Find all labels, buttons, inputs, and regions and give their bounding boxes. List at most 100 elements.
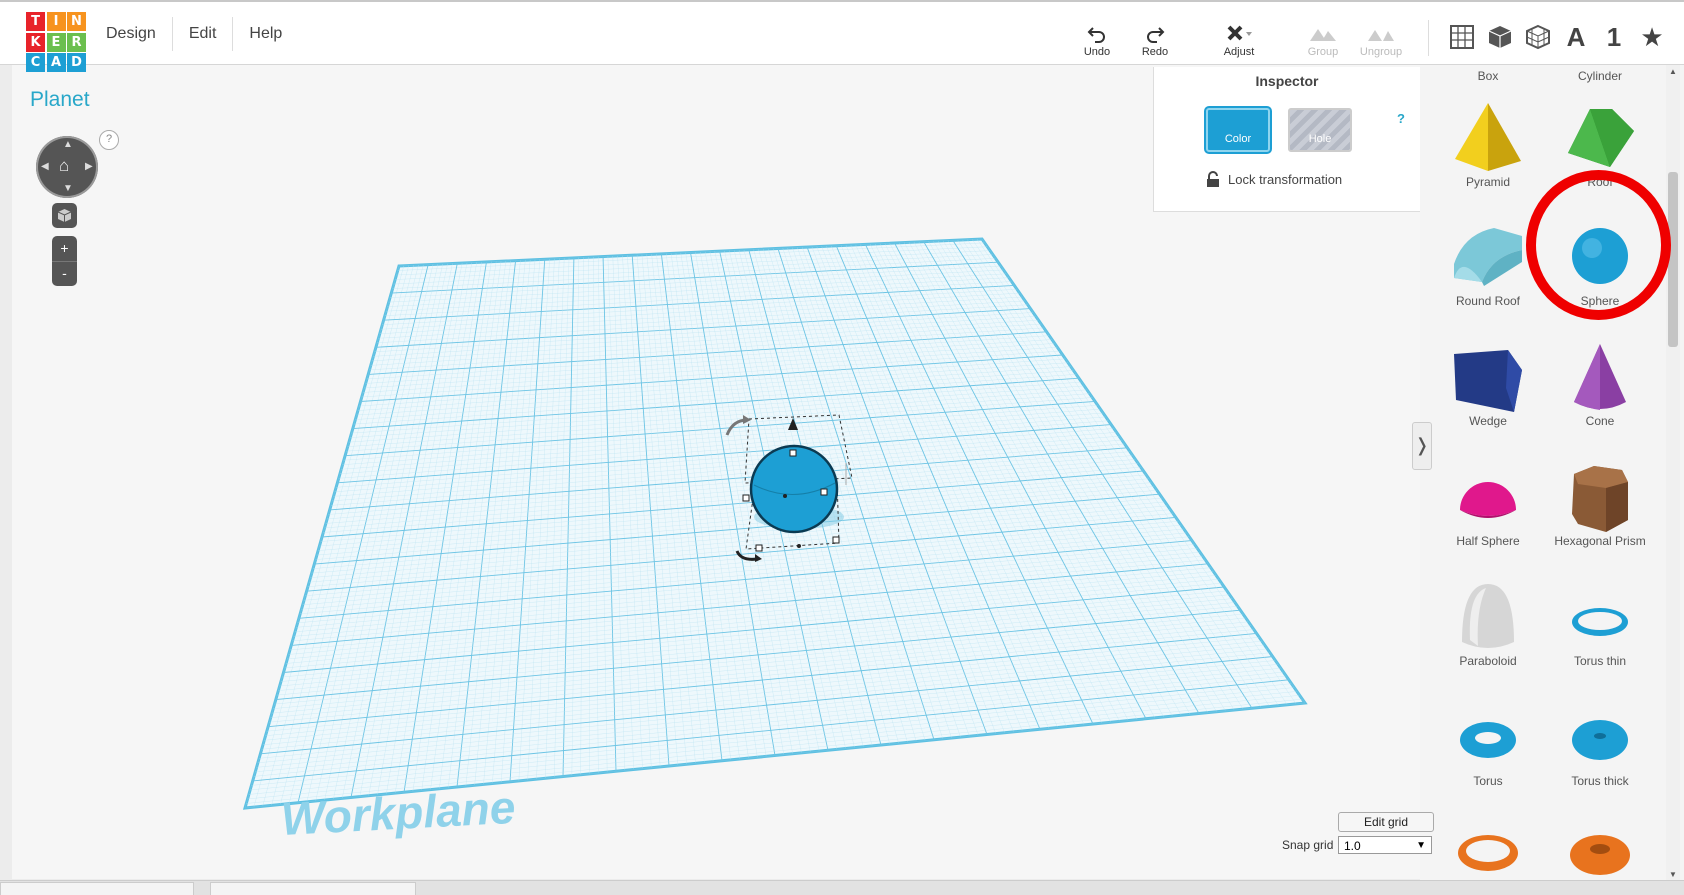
shape-torus-thick[interactable]: Torus thick <box>1544 700 1656 788</box>
group-icon <box>1294 22 1352 46</box>
wireframe-icon[interactable] <box>1519 22 1557 52</box>
round-roof-icon <box>1454 228 1522 286</box>
scrollbar-thumb[interactable] <box>1668 172 1678 347</box>
shape-label: Pyramid <box>1465 175 1510 189</box>
hexagonal-prism-icon <box>1572 466 1628 532</box>
shape-label: Wedge <box>1469 414 1507 428</box>
tinkercad-logo[interactable]: T I N K E R C A D <box>26 12 86 72</box>
group-label: Group <box>1307 46 1339 58</box>
bottom-tab[interactable] <box>0 882 194 895</box>
hole-label: Hole <box>1308 133 1332 145</box>
lock-transformation-label: Lock transformation <box>1228 172 1343 187</box>
shape-wedge[interactable]: Wedge <box>1432 340 1544 428</box>
shape-cylinder[interactable]: Cylinder <box>1544 65 1656 83</box>
hole-button[interactable]: Hole <box>1288 108 1352 152</box>
logo-letter: I <box>46 12 66 31</box>
shape-library-panel: Box Cylinder Pyramid Roof Round Roof Sph… <box>1420 65 1684 881</box>
torus-thin-icon <box>1572 608 1628 636</box>
inspector-help-icon[interactable]: ? <box>1397 111 1405 126</box>
orbit-up-icon[interactable]: ▲ <box>63 139 73 150</box>
sphere-icon <box>1572 228 1628 284</box>
shape-label: Box <box>1477 69 1499 83</box>
shape-hexagonal-prism[interactable]: Hexagonal Prism <box>1544 460 1656 548</box>
toolbar-separator <box>1428 20 1429 56</box>
orbit-down-icon[interactable]: ▼ <box>63 183 73 194</box>
adjust-icon <box>1210 22 1268 46</box>
logo-letter: E <box>46 32 66 52</box>
orbit-left-icon[interactable]: ◀ <box>41 161 49 172</box>
menu-edit[interactable]: Edit <box>173 17 234 51</box>
scroll-down-icon[interactable]: ▼ <box>1669 870 1677 879</box>
undo-button[interactable]: Undo <box>1068 22 1126 58</box>
half-sphere-icon <box>1460 482 1516 518</box>
shape-roof[interactable]: Roof <box>1544 101 1656 189</box>
shape-cone[interactable]: Cone <box>1544 340 1656 428</box>
view-icons: A 1 ★ <box>1443 22 1671 52</box>
shape-label: Hexagonal Prism <box>1554 534 1646 548</box>
orbit-right-icon[interactable]: ▶ <box>85 161 93 172</box>
shape-label: Torus thin <box>1573 654 1627 668</box>
undo-label: Undo <box>1083 46 1111 58</box>
logo-letter: K <box>26 32 45 52</box>
shape-label: Sphere <box>1580 294 1620 308</box>
lock-open-icon <box>1207 171 1219 187</box>
torus-icon <box>1460 722 1516 758</box>
shape-round-roof[interactable]: Round Roof <box>1432 220 1544 308</box>
menu-help[interactable]: Help <box>233 17 298 51</box>
main-menu: Design Edit Help <box>90 2 298 66</box>
lock-transformation-toggle[interactable]: Lock transformation <box>1206 171 1342 188</box>
orbit-control[interactable]: ▲ ▼ ◀ ▶ ⌂ <box>36 136 98 198</box>
grid-view-icon[interactable] <box>1443 22 1481 52</box>
design-title[interactable]: Planet <box>30 88 90 112</box>
snap-grid-value: 1.0 <box>1344 839 1361 853</box>
text-shape-icon[interactable]: A <box>1557 22 1595 52</box>
shape-label: Half Sphere <box>1456 534 1520 548</box>
edit-grid-button[interactable]: Edit grid <box>1338 812 1434 832</box>
shape-box[interactable]: Box <box>1432 65 1544 83</box>
paraboloid-icon <box>1462 584 1514 648</box>
zoom-out-button[interactable]: - <box>52 261 77 287</box>
logo-letter: R <box>67 32 86 52</box>
shape-half-sphere[interactable]: Half Sphere <box>1432 460 1544 548</box>
ring-icon <box>1570 835 1630 875</box>
adjust-button[interactable]: Adjust <box>1210 22 1268 58</box>
zoom-in-button[interactable]: + <box>52 236 77 261</box>
color-swatch-button[interactable]: Color <box>1206 108 1270 152</box>
shape-label: Cone <box>1585 414 1615 428</box>
number-shape-icon[interactable]: 1 <box>1595 22 1633 52</box>
fit-view-button[interactable] <box>52 203 77 228</box>
shape-torus-thin[interactable]: Torus thin <box>1544 580 1656 668</box>
favorites-star-icon[interactable]: ★ <box>1633 22 1671 52</box>
bottom-tab[interactable] <box>210 882 416 895</box>
top-toolbar: Design Edit Help Undo Redo Adjust Group … <box>0 0 1684 65</box>
scroll-up-icon[interactable]: ▲ <box>1669 67 1677 76</box>
shape-label: Cylinder <box>1577 69 1622 83</box>
pyramid-icon <box>1455 103 1521 171</box>
snap-grid-select[interactable]: 1.0 ▼ <box>1338 836 1432 854</box>
box-view-icon[interactable] <box>1481 22 1519 52</box>
shape-torus[interactable]: Torus <box>1432 700 1544 788</box>
shape-pyramid[interactable]: Pyramid <box>1432 101 1544 189</box>
inspector-title: Inspector <box>1255 73 1319 89</box>
shape-sphere[interactable]: Sphere <box>1544 220 1656 308</box>
group-button[interactable]: Group <box>1294 22 1352 58</box>
collapse-panel-button[interactable]: ❭ <box>1412 422 1432 470</box>
menu-design[interactable]: Design <box>90 17 173 51</box>
adjust-label: Adjust <box>1223 46 1255 58</box>
logo-letter: N <box>67 12 86 31</box>
redo-button[interactable]: Redo <box>1126 22 1184 58</box>
ungroup-button[interactable]: Ungroup <box>1352 22 1410 58</box>
shape-label: Torus <box>1473 774 1503 788</box>
undo-icon <box>1068 22 1126 46</box>
shape-paraboloid[interactable]: Paraboloid <box>1432 580 1544 668</box>
shape-ring[interactable] <box>1544 823 1656 881</box>
ungroup-icon <box>1352 22 1410 46</box>
redo-icon <box>1126 22 1184 46</box>
wedge-icon <box>1454 350 1522 412</box>
color-label: Color <box>1224 133 1252 145</box>
shape-label: Round Roof <box>1455 294 1521 308</box>
shape-tube[interactable] <box>1432 823 1544 881</box>
zoom-control: + - <box>52 236 77 286</box>
home-view-icon[interactable]: ⌂ <box>59 156 69 176</box>
view-help-icon[interactable]: ? <box>99 130 119 150</box>
